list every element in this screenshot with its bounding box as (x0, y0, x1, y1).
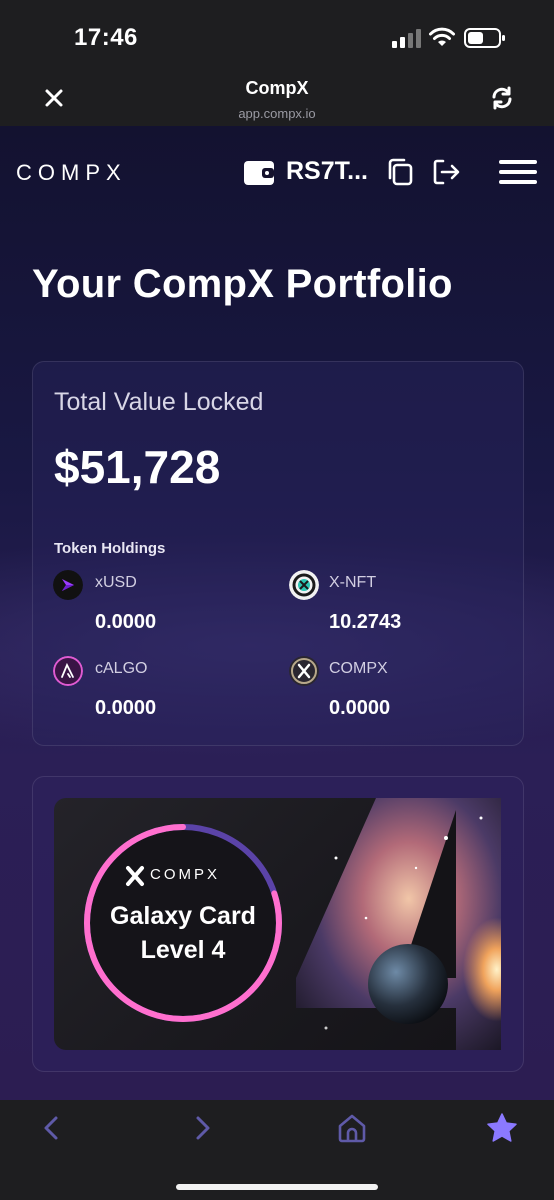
token-name: COMPX (329, 660, 388, 677)
status-time: 17:46 (74, 24, 138, 51)
browser-url: app.compx.io (238, 106, 316, 121)
logout-icon[interactable] (432, 158, 460, 186)
token-amount: 10.2743 (329, 611, 402, 633)
home-icon[interactable] (336, 1112, 368, 1144)
copy-icon[interactable] (386, 158, 414, 186)
wifi-icon (429, 27, 455, 46)
token-name: X-NFT (329, 574, 377, 591)
home-indicator[interactable] (176, 1184, 378, 1190)
browser-title: CompX (245, 78, 309, 98)
galaxy-card-level: Level 4 (140, 936, 226, 964)
token-amount: 0.0000 (95, 697, 157, 719)
xusd-token-icon (53, 570, 83, 600)
tvl-label: Total Value Locked (54, 388, 264, 416)
xnft-token-icon (289, 570, 319, 600)
cellular-signal-icon (392, 29, 421, 48)
battery-icon (464, 28, 505, 48)
favorites-star-icon[interactable] (486, 1112, 518, 1144)
wallet-address-button[interactable]: RS7T... (286, 157, 368, 186)
galaxy-card-title: Galaxy Card (110, 902, 256, 930)
hamburger-menu-icon[interactable] (498, 158, 538, 186)
token-amount: 0.0000 (329, 697, 391, 719)
calgo-token-icon (53, 656, 83, 686)
reload-icon[interactable] (488, 84, 516, 112)
page-title: Your CompX Portfolio (32, 262, 453, 306)
compx-logo[interactable]: COMPX (16, 160, 127, 186)
token-name: cALGO (95, 660, 148, 677)
token-name: xUSD (95, 574, 137, 591)
galaxy-artwork (296, 798, 501, 1050)
forward-icon[interactable] (190, 1114, 214, 1142)
tvl-value: $51,728 (54, 441, 221, 493)
compx-token-icon (289, 656, 319, 686)
wallet-icon[interactable] (243, 158, 275, 186)
token-amount: 0.0000 (95, 611, 157, 633)
back-icon[interactable] (40, 1114, 64, 1142)
token-holdings-label: Token Holdings (54, 540, 166, 557)
galaxy-card-brand: COMPX (150, 866, 221, 883)
